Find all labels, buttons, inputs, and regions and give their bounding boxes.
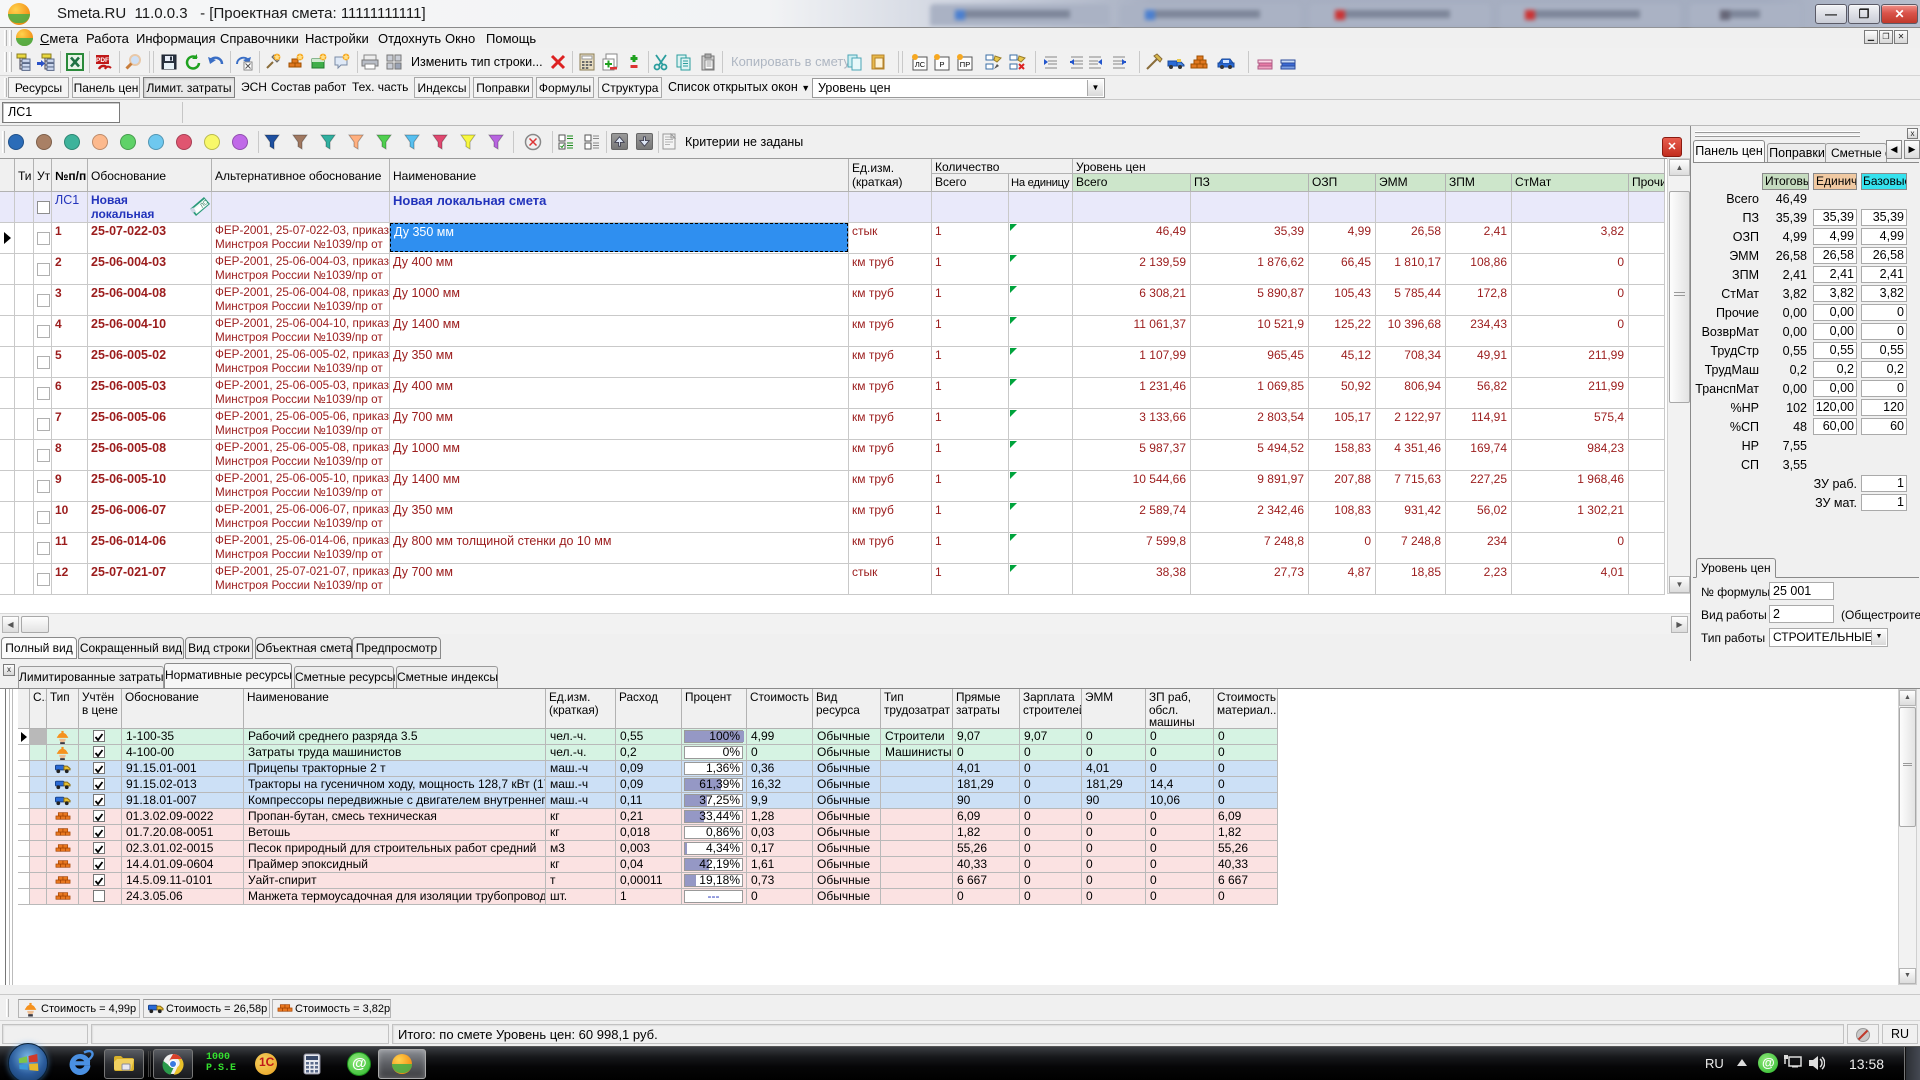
svg-text:ЛС: ЛС <box>915 60 926 69</box>
svg-text:ПР: ПР <box>960 60 970 69</box>
svg-text:PDF: PDF <box>96 57 109 64</box>
svg-text:Р: Р <box>939 60 944 69</box>
